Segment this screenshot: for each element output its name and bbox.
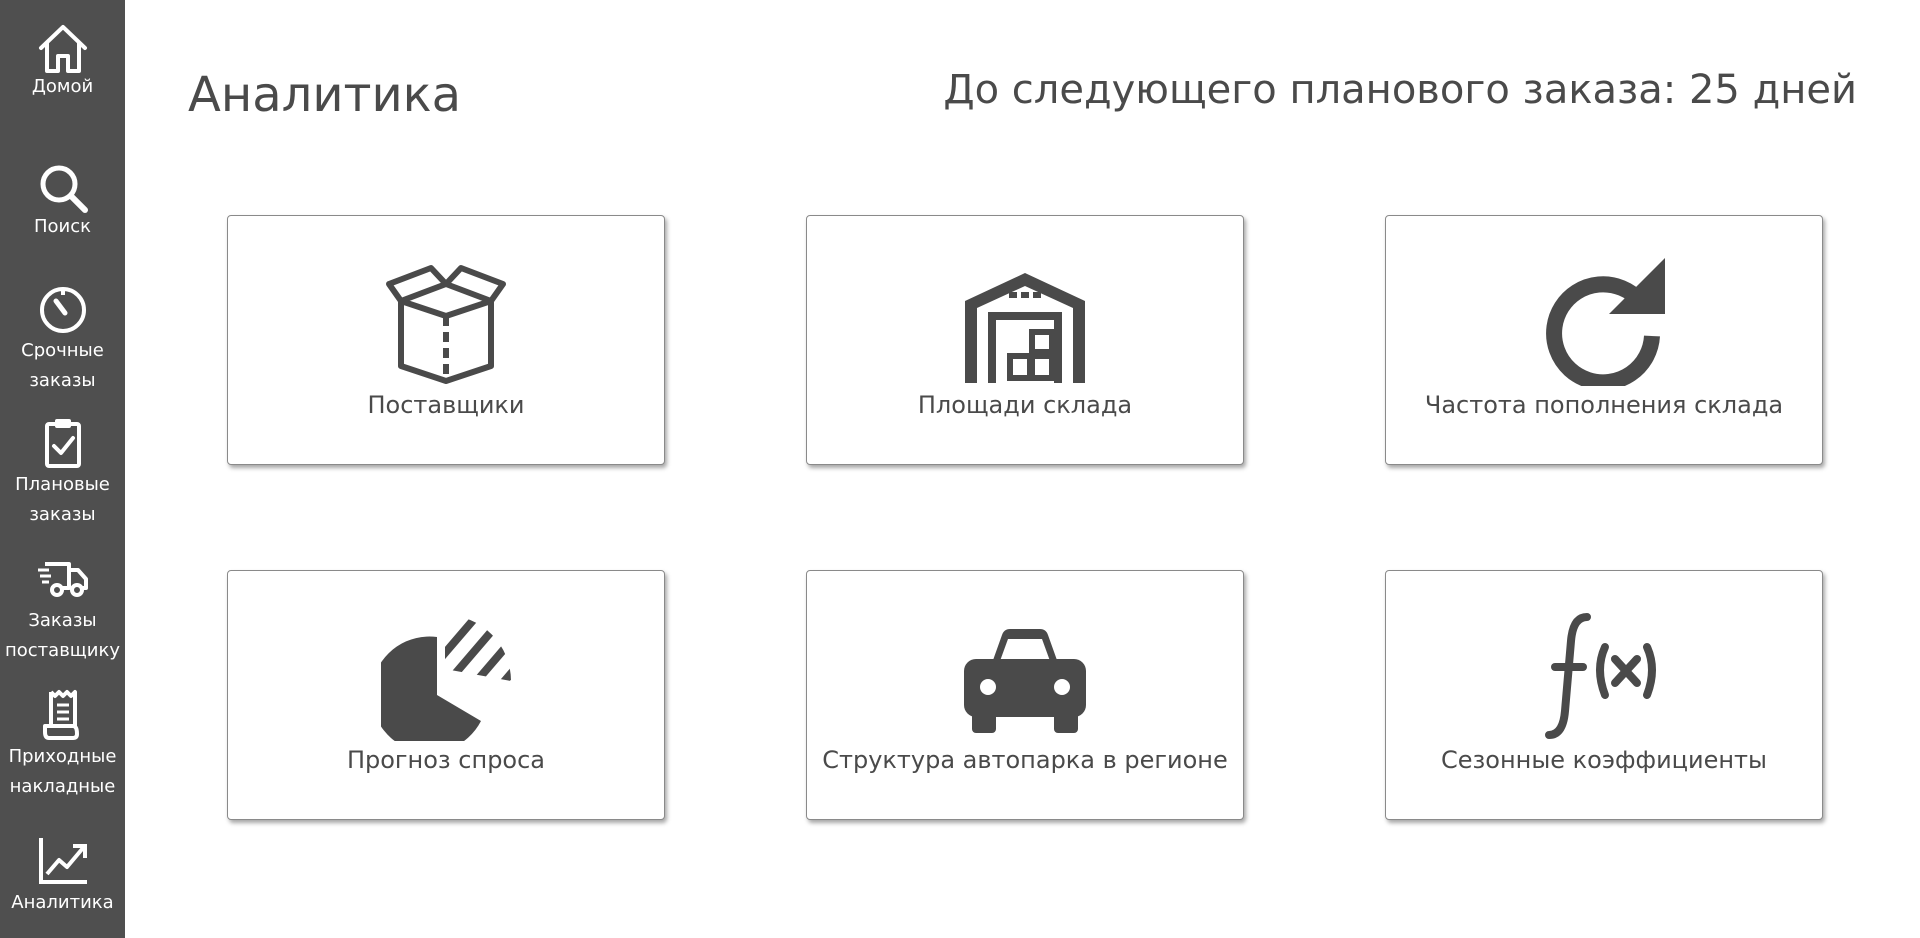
- car-icon: [964, 629, 1086, 733]
- card-seasonal-coefficients[interactable]: Сезонные коэффициенты: [1385, 570, 1823, 820]
- function-icon: [1545, 613, 1656, 739]
- sidebar-item-search[interactable]: Поиск: [0, 160, 125, 242]
- open-box-icon: [386, 265, 506, 384]
- receipt-icon: [42, 690, 79, 740]
- sidebar-item-analytics[interactable]: Аналитика: [0, 834, 125, 918]
- pie-chart-forecast-icon: [381, 615, 511, 741]
- timer-icon: [39, 287, 86, 333]
- sidebar: Домой Поиск Срочные заказы Плановые зака…: [0, 0, 125, 938]
- trending-up-icon: [38, 838, 87, 884]
- clipboard-check-icon: [44, 419, 81, 468]
- sidebar-item-label: Аналитика: [11, 892, 114, 913]
- card-demand-forecast[interactable]: Прогноз спроса: [227, 570, 665, 820]
- card-fleet-structure[interactable]: Структура автопарка в регионе: [806, 570, 1244, 820]
- sidebar-item-label: Срочные: [21, 340, 104, 361]
- search-icon: [40, 165, 88, 213]
- sidebar-item-label: заказы: [29, 370, 96, 391]
- sidebar-item-label: заказы: [29, 504, 96, 525]
- page-title: Аналитика: [188, 67, 462, 123]
- delivery-truck-icon: [37, 562, 88, 597]
- warehouse-icon: [965, 273, 1085, 383]
- card-label: Частота пополнения склада: [1424, 391, 1784, 419]
- card-warehouse-area[interactable]: Площади склада: [806, 215, 1244, 465]
- card-label: Площади склада: [917, 391, 1133, 419]
- sidebar-item-label: Заказы: [28, 610, 97, 631]
- sidebar-item-supplier-orders[interactable]: Заказы поставщику: [0, 552, 125, 666]
- sidebar-item-planned-orders[interactable]: Плановые заказы: [0, 416, 125, 530]
- sidebar-item-label: Домой: [31, 76, 94, 97]
- sidebar-item-label: поставщику: [5, 640, 120, 661]
- sidebar-item-label: Приходные: [8, 746, 117, 767]
- card-label: Поставщики: [367, 391, 525, 419]
- card-replenishment-frequency[interactable]: Частота пополнения склада: [1385, 215, 1823, 465]
- home-icon: [38, 25, 87, 73]
- card-label: Структура автопарка в регионе: [822, 746, 1228, 774]
- sidebar-item-receipts[interactable]: Приходные накладные: [0, 688, 125, 802]
- card-label: Прогноз спроса: [346, 746, 546, 774]
- card-label: Сезонные коэффициенты: [1440, 746, 1767, 774]
- sidebar-item-label: Поиск: [33, 216, 91, 237]
- sidebar-item-label: Плановые: [15, 474, 110, 495]
- sidebar-item-home[interactable]: Домой: [0, 22, 125, 102]
- refresh-icon: [1546, 258, 1665, 386]
- card-suppliers[interactable]: Поставщики: [227, 215, 665, 465]
- sidebar-item-urgent-orders[interactable]: Срочные заказы: [0, 282, 125, 396]
- sidebar-item-label: накладные: [9, 776, 116, 797]
- next-order-countdown: До следующего планового заказа: 25 дней: [943, 67, 1857, 113]
